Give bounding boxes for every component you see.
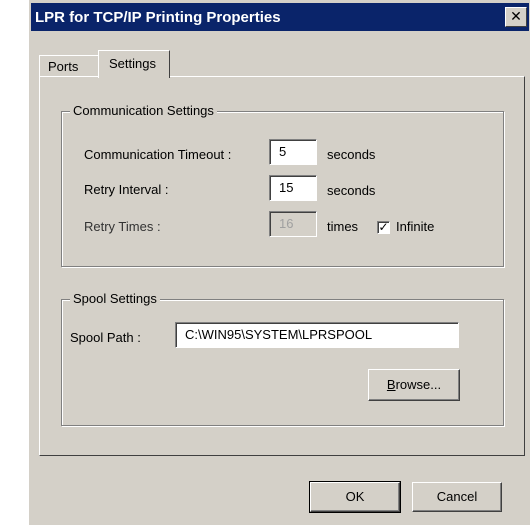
window-title: LPR for TCP/IP Printing Properties <box>35 9 281 26</box>
ok-button[interactable]: OK <box>309 481 401 513</box>
browse-label: rowse... <box>395 377 442 392</box>
title-bar[interactable]: LPR for TCP/IP Printing Properties ✕ <box>31 3 529 31</box>
close-button[interactable]: ✕ <box>505 7 527 27</box>
cancel-button[interactable]: Cancel <box>412 482 502 512</box>
cancel-label: Cancel <box>436 489 478 504</box>
ok-label: OK <box>345 489 365 504</box>
tab-settings[interactable]: Settings <box>98 50 170 78</box>
close-icon: ✕ <box>510 8 522 24</box>
communication-settings-legend: Communication Settings <box>70 103 217 118</box>
spool-settings-group: Spool Settings Spool Path : C:\WIN95\SYS… <box>61 291 504 426</box>
checkmark-icon: ✓ <box>378 220 389 234</box>
retry-times-unit: times <box>327 219 359 234</box>
retry-interval-unit: seconds <box>327 183 376 198</box>
retry-interval-field[interactable]: 15 <box>269 175 317 201</box>
spool-path-label: Spool Path : <box>70 330 141 345</box>
retry-times-label: Retry Times : <box>84 219 161 234</box>
spool-settings-legend: Spool Settings <box>70 291 160 306</box>
properties-dialog: LPR for TCP/IP Printing Properties ✕ Por… <box>28 0 530 525</box>
tab-ports-label: Ports <box>48 59 79 74</box>
retry-times-field: 16 <box>269 211 317 237</box>
communication-timeout-unit: seconds <box>327 147 376 162</box>
tab-settings-label: Settings <box>109 56 156 71</box>
infinite-label[interactable]: Infinite <box>396 219 434 234</box>
communication-timeout-label: Communication Timeout : <box>84 147 232 162</box>
tab-ports[interactable]: Ports <box>39 55 101 77</box>
spool-path-field[interactable]: C:\WIN95\SYSTEM\LPRSPOOL <box>175 322 459 348</box>
settings-panel: Communication Settings Communication Tim… <box>39 76 525 456</box>
communication-timeout-field[interactable]: 5 <box>269 139 317 165</box>
infinite-checkbox[interactable]: ✓ <box>377 221 390 234</box>
retry-interval-label: Retry Interval : <box>84 182 169 197</box>
browse-mnemonic: B <box>386 377 396 392</box>
communication-settings-group: Communication Settings Communication Tim… <box>61 103 504 267</box>
browse-button[interactable]: Browse... <box>368 369 460 401</box>
